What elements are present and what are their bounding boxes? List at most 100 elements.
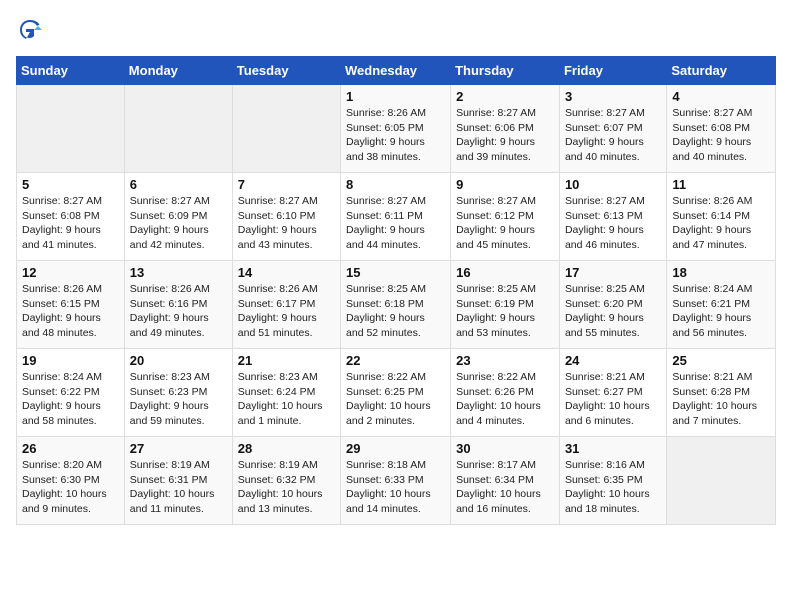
page-header [16,16,776,44]
day-number: 26 [22,441,119,456]
calendar-cell: 8 Sunrise: 8:27 AM Sunset: 6:11 PM Daylig… [341,173,451,261]
calendar-cell: 15Sunrise: 8:25 AM Sunset: 6:18 PM Dayli… [341,261,451,349]
day-number: 11 [672,177,770,192]
weekday-header: Thursday [451,57,560,85]
day-number: 28 [238,441,335,456]
day-number: 21 [238,353,335,368]
calendar-cell: 3 Sunrise: 8:27 AM Sunset: 6:07 PM Daylig… [559,85,666,173]
calendar-cell: 21 Sunrise: 8:23 AM Sunset: 6:24 PM Dayli… [232,349,340,437]
calendar-cell: 20 Sunrise: 8:23 AM Sunset: 6:23 PM Dayli… [124,349,232,437]
calendar-cell [667,437,776,525]
calendar-week-row: 19 Sunrise: 8:24 AM Sunset: 6:22 PM Dayli… [17,349,776,437]
calendar-week-row: 26 Sunrise: 8:20 AM Sunset: 6:30 PM Dayli… [17,437,776,525]
calendar-cell [232,85,340,173]
day-number: 23 [456,353,554,368]
calendar-cell: 16Sunrise: 8:25 AM Sunset: 6:19 PM Dayli… [451,261,560,349]
day-info: Sunrise: 8:23 AM Sunset: 6:24 PM Dayligh… [238,370,335,429]
day-info: Sunrise: 8:16 AM Sunset: 6:35 PM Dayligh… [565,458,661,517]
day-info: Sunrise: 8:27 AM Sunset: 6:11 PM Dayligh… [346,194,445,253]
day-number: 29 [346,441,445,456]
day-number: 10 [565,177,661,192]
day-info: Sunrise: 8:22 AM Sunset: 6:25 PM Dayligh… [346,370,445,429]
day-info: Sunrise: 8:26 AM Sunset: 6:15 PM Dayligh… [22,282,119,341]
calendar-week-row: 5 Sunrise: 8:27 AM Sunset: 6:08 PM Daylig… [17,173,776,261]
calendar-cell: 28Sunrise: 8:19 AM Sunset: 6:32 PM Dayli… [232,437,340,525]
day-number: 8 [346,177,445,192]
day-info: Sunrise: 8:26 AM Sunset: 6:05 PM Dayligh… [346,106,445,165]
day-number: 27 [130,441,227,456]
day-info: Sunrise: 8:26 AM Sunset: 6:16 PM Dayligh… [130,282,227,341]
day-info: Sunrise: 8:27 AM Sunset: 6:13 PM Dayligh… [565,194,661,253]
day-info: Sunrise: 8:23 AM Sunset: 6:23 PM Dayligh… [130,370,227,429]
calendar-cell: 31 Sunrise: 8:16 AM Sunset: 6:35 PM Dayli… [559,437,666,525]
day-number: 19 [22,353,119,368]
day-number: 22 [346,353,445,368]
day-info: Sunrise: 8:17 AM Sunset: 6:34 PM Dayligh… [456,458,554,517]
day-number: 6 [130,177,227,192]
day-number: 31 [565,441,661,456]
calendar-cell: 19 Sunrise: 8:24 AM Sunset: 6:22 PM Dayli… [17,349,125,437]
calendar-cell: 29 Sunrise: 8:18 AM Sunset: 6:33 PM Dayli… [341,437,451,525]
day-number: 12 [22,265,119,280]
calendar-cell: 6Sunrise: 8:27 AM Sunset: 6:09 PM Daylig… [124,173,232,261]
calendar-cell: 14Sunrise: 8:26 AM Sunset: 6:17 PM Dayli… [232,261,340,349]
calendar-cell: 30 Sunrise: 8:17 AM Sunset: 6:34 PM Dayli… [451,437,560,525]
day-info: Sunrise: 8:21 AM Sunset: 6:28 PM Dayligh… [672,370,770,429]
day-number: 5 [22,177,119,192]
calendar-cell: 23 Sunrise: 8:22 AM Sunset: 6:26 PM Dayli… [451,349,560,437]
logo [16,16,48,44]
day-number: 7 [238,177,335,192]
calendar-cell [124,85,232,173]
calendar-body: 1Sunrise: 8:26 AM Sunset: 6:05 PM Daylig… [17,85,776,525]
calendar-cell: 24 Sunrise: 8:21 AM Sunset: 6:27 PM Dayli… [559,349,666,437]
day-info: Sunrise: 8:25 AM Sunset: 6:18 PM Dayligh… [346,282,445,341]
day-number: 20 [130,353,227,368]
calendar-cell: 26 Sunrise: 8:20 AM Sunset: 6:30 PM Dayli… [17,437,125,525]
calendar-cell: 12 Sunrise: 8:26 AM Sunset: 6:15 PM Dayli… [17,261,125,349]
calendar-cell: 18Sunrise: 8:24 AM Sunset: 6:21 PM Dayli… [667,261,776,349]
calendar-cell: 1Sunrise: 8:26 AM Sunset: 6:05 PM Daylig… [341,85,451,173]
day-number: 17 [565,265,661,280]
day-info: Sunrise: 8:19 AM Sunset: 6:31 PM Dayligh… [130,458,227,517]
day-info: Sunrise: 8:27 AM Sunset: 6:06 PM Dayligh… [456,106,554,165]
day-number: 24 [565,353,661,368]
day-number: 18 [672,265,770,280]
day-number: 9 [456,177,554,192]
calendar-cell: 7Sunrise: 8:27 AM Sunset: 6:10 PM Daylig… [232,173,340,261]
calendar-cell: 4 Sunrise: 8:27 AM Sunset: 6:08 PM Daylig… [667,85,776,173]
calendar-week-row: 1Sunrise: 8:26 AM Sunset: 6:05 PM Daylig… [17,85,776,173]
day-number: 25 [672,353,770,368]
calendar-cell: 2Sunrise: 8:27 AM Sunset: 6:06 PM Daylig… [451,85,560,173]
weekday-header: Wednesday [341,57,451,85]
day-number: 4 [672,89,770,104]
calendar-week-row: 12 Sunrise: 8:26 AM Sunset: 6:15 PM Dayli… [17,261,776,349]
calendar-cell: 22 Sunrise: 8:22 AM Sunset: 6:25 PM Dayli… [341,349,451,437]
day-info: Sunrise: 8:27 AM Sunset: 6:12 PM Dayligh… [456,194,554,253]
day-info: Sunrise: 8:27 AM Sunset: 6:07 PM Dayligh… [565,106,661,165]
day-info: Sunrise: 8:21 AM Sunset: 6:27 PM Dayligh… [565,370,661,429]
calendar-cell: 10 Sunrise: 8:27 AM Sunset: 6:13 PM Dayli… [559,173,666,261]
day-info: Sunrise: 8:27 AM Sunset: 6:08 PM Dayligh… [672,106,770,165]
day-info: Sunrise: 8:24 AM Sunset: 6:22 PM Dayligh… [22,370,119,429]
day-number: 14 [238,265,335,280]
calendar-cell: 13Sunrise: 8:26 AM Sunset: 6:16 PM Dayli… [124,261,232,349]
day-info: Sunrise: 8:27 AM Sunset: 6:08 PM Dayligh… [22,194,119,253]
day-info: Sunrise: 8:25 AM Sunset: 6:20 PM Dayligh… [565,282,661,341]
day-info: Sunrise: 8:20 AM Sunset: 6:30 PM Dayligh… [22,458,119,517]
calendar-table: SundayMondayTuesdayWednesdayThursdayFrid… [16,56,776,525]
calendar-cell: 11 Sunrise: 8:26 AM Sunset: 6:14 PM Dayli… [667,173,776,261]
calendar-header: SundayMondayTuesdayWednesdayThursdayFrid… [17,57,776,85]
calendar-cell [17,85,125,173]
calendar-cell: 25 Sunrise: 8:21 AM Sunset: 6:28 PM Dayli… [667,349,776,437]
weekday-row: SundayMondayTuesdayWednesdayThursdayFrid… [17,57,776,85]
weekday-header: Sunday [17,57,125,85]
day-number: 30 [456,441,554,456]
calendar-cell: 9 Sunrise: 8:27 AM Sunset: 6:12 PM Daylig… [451,173,560,261]
day-info: Sunrise: 8:22 AM Sunset: 6:26 PM Dayligh… [456,370,554,429]
weekday-header: Saturday [667,57,776,85]
day-info: Sunrise: 8:26 AM Sunset: 6:14 PM Dayligh… [672,194,770,253]
day-number: 3 [565,89,661,104]
day-info: Sunrise: 8:18 AM Sunset: 6:33 PM Dayligh… [346,458,445,517]
calendar-cell: 27 Sunrise: 8:19 AM Sunset: 6:31 PM Dayli… [124,437,232,525]
logo-icon [16,16,44,44]
